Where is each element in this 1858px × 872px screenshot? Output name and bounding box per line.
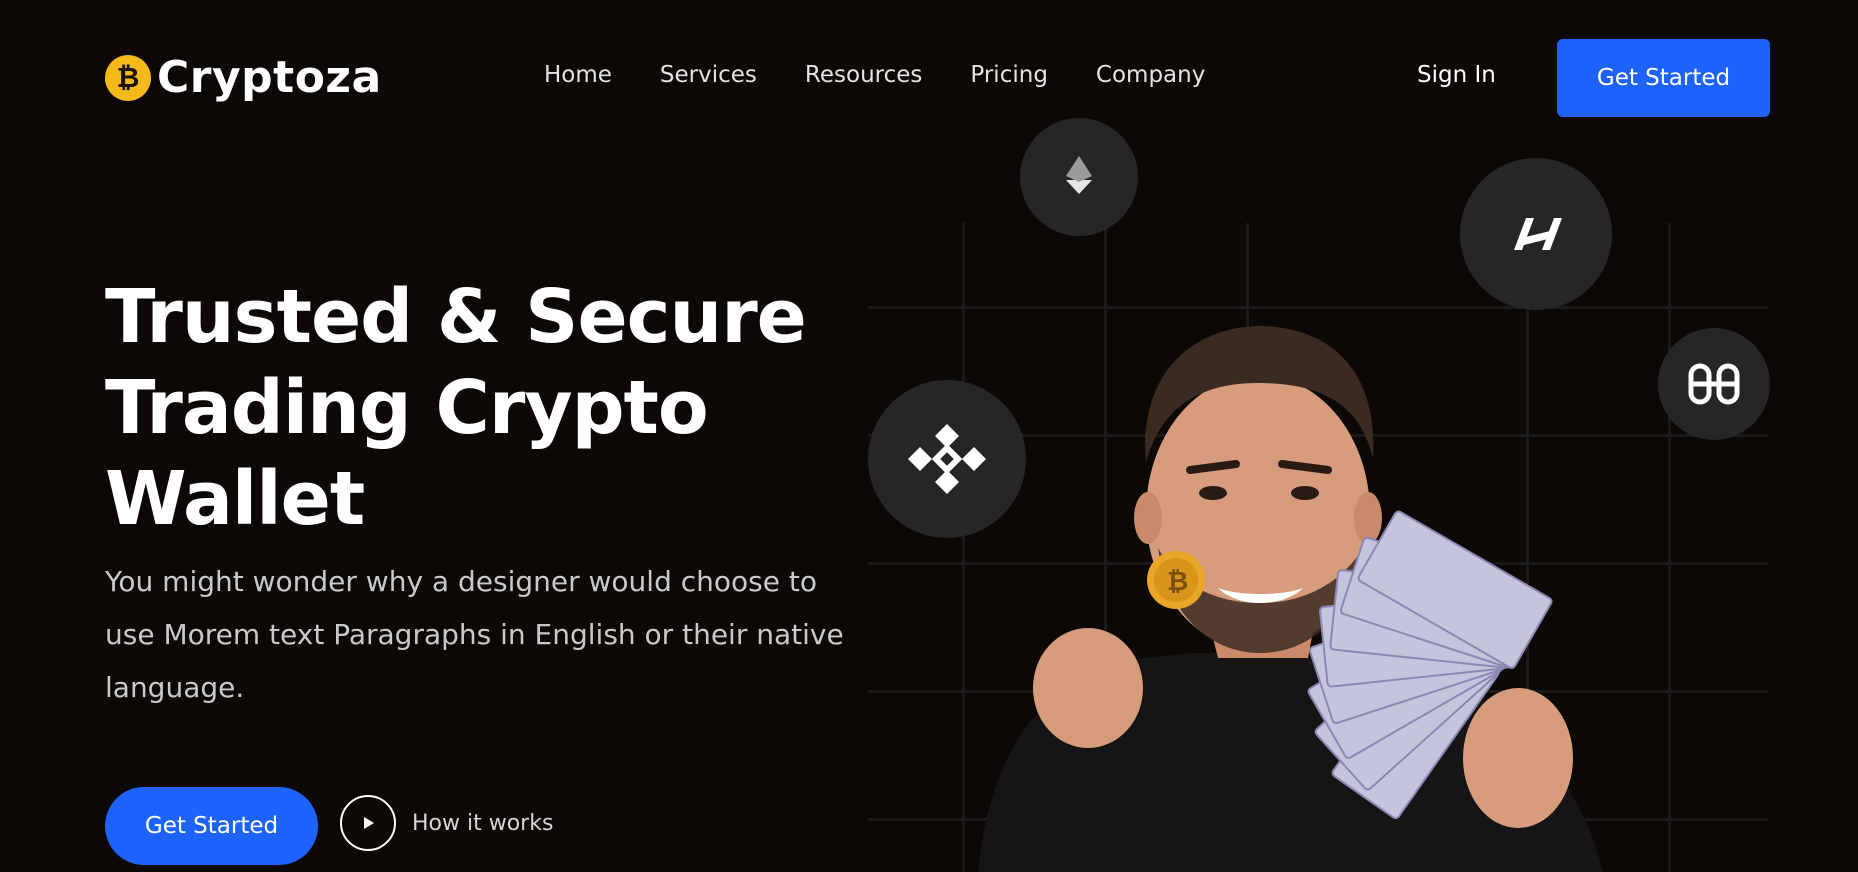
play-icon: [340, 795, 396, 851]
person-holding-money: ₿: [978, 326, 1603, 872]
svg-text:₿: ₿: [1167, 567, 1188, 597]
hero-description: You might wonder why a designer would ch…: [105, 565, 844, 704]
nav-item-resources[interactable]: Resources: [805, 62, 922, 88]
sign-in-link[interactable]: Sign In: [1417, 62, 1496, 88]
binance-icon: [868, 380, 1026, 538]
how-it-works-label: How it works: [412, 810, 554, 836]
landing-page: ₿ Cryptoza Home Services Resources Prici…: [0, 0, 1858, 872]
ethereum-icon: [1020, 118, 1138, 236]
hero-title: Trusted & Secure Trading Crypto Wallet: [105, 274, 807, 542]
harmony-icon: [1460, 158, 1612, 310]
nav-item-pricing[interactable]: Pricing: [970, 62, 1048, 88]
hero-get-started-button[interactable]: Get Started: [105, 787, 318, 865]
how-it-works-button[interactable]: How it works: [340, 795, 553, 851]
nav-item-home[interactable]: Home: [544, 62, 612, 88]
brand-logo[interactable]: ₿ Cryptoza: [105, 52, 382, 103]
header-get-started-button[interactable]: Get Started: [1557, 39, 1770, 117]
wallet-logo-icon: [1658, 328, 1770, 440]
nav-item-services[interactable]: Services: [660, 62, 757, 88]
brand-name: Cryptoza: [157, 52, 382, 103]
nav-item-company[interactable]: Company: [1096, 62, 1205, 88]
bitcoin-icon: ₿: [105, 54, 151, 101]
hero-illustration: ₿: [868, 118, 1770, 872]
main-nav: Home Services Resources Pricing Company: [544, 62, 1205, 88]
